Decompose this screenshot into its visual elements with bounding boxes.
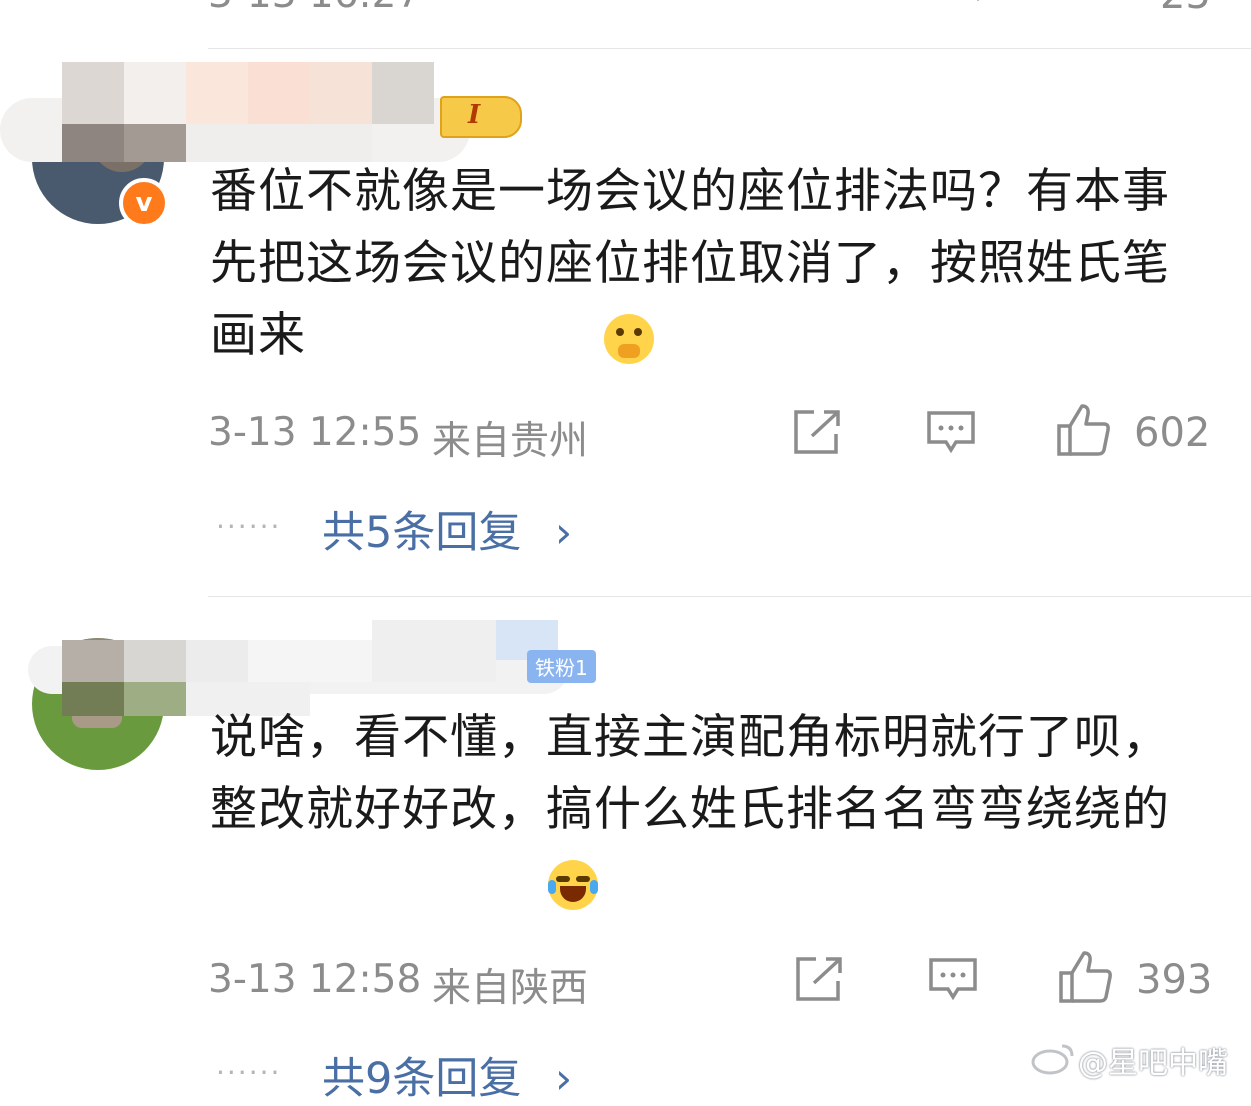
view-replies-label: 共9条回复: [322, 1054, 522, 1104]
comment-icon[interactable]: [928, 957, 978, 1003]
comment-timestamp: 3-13 12:58: [208, 957, 422, 1002]
watermark: @星吧中嘴: [1078, 1046, 1228, 1081]
weibo-logo-icon: [1031, 1044, 1074, 1075]
share-icon[interactable]: [792, 408, 844, 456]
divider: [208, 48, 1251, 49]
comment-text: 说啥，看不懂，直接主演配角标明就行了呗，整改就好好改，搞什么姓氏排名名弯弯绕绕的: [210, 710, 1170, 837]
top-timestamp: 3-13 16:27: [208, 0, 421, 17]
chevron-right-icon: ›: [555, 508, 573, 558]
view-replies-link[interactable]: 共9条回复 ›: [322, 1044, 572, 1106]
like-count: 602: [1134, 410, 1211, 456]
divider: [208, 596, 1251, 597]
verified-badge-icon: v: [119, 178, 169, 228]
comment-timestamp: 3-13 12:55: [208, 410, 422, 455]
comment-icon[interactable]: [953, 0, 1003, 10]
share-icon[interactable]: [820, 0, 870, 10]
view-replies-link[interactable]: 共5条回复 ›: [322, 498, 572, 560]
thinking-emoji-icon: [604, 314, 654, 364]
like-icon[interactable]: [1083, 0, 1139, 12]
top-like-count: 25: [1160, 0, 1211, 18]
comment-icon[interactable]: [926, 410, 976, 456]
level-badge: I: [440, 96, 522, 138]
comment-text: 番位不就像是一场会议的座位排法吗？有本事先把这场会议的座位排位取消了，按照姓氏笔…: [210, 164, 1170, 363]
chevron-right-icon: ›: [555, 1054, 573, 1104]
level-badge-label: I: [468, 100, 481, 130]
reply-dots: ······: [216, 1056, 282, 1089]
fan-badge: 铁粉1: [527, 650, 596, 683]
blurred-username: [0, 62, 470, 162]
share-icon[interactable]: [794, 955, 846, 1003]
like-icon[interactable]: [1058, 949, 1114, 1005]
comment-location: 来自陕西: [432, 966, 589, 1011]
laugh-cry-emoji-icon: [548, 860, 598, 910]
view-replies-label: 共5条回复: [322, 508, 522, 558]
reply-dots: ······: [216, 510, 282, 543]
comment-location: 来自贵州: [432, 419, 589, 464]
like-icon[interactable]: [1056, 402, 1112, 458]
like-count: 393: [1136, 957, 1213, 1003]
